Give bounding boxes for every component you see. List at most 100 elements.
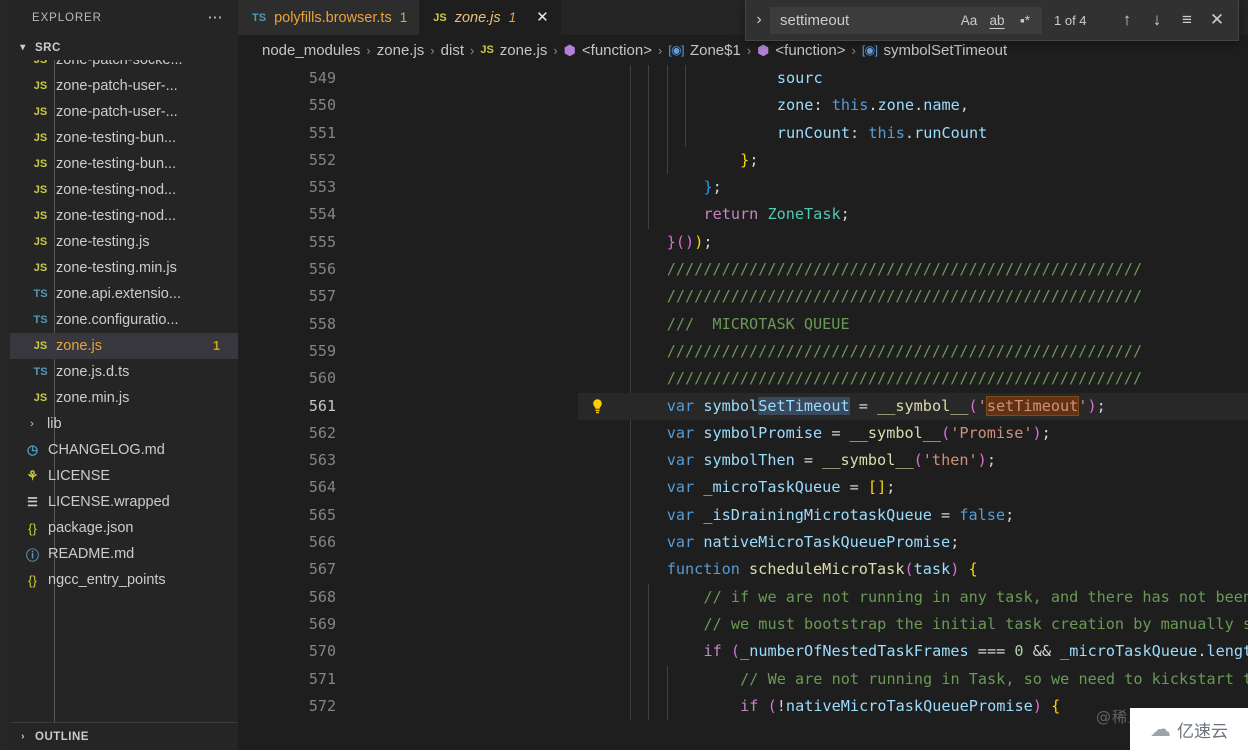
file-tree-item[interactable]: JS zone.js 1 [10,333,238,359]
code-line[interactable]: 556 /////////////////////////////////////… [238,256,1248,283]
code-text: /// MICROTASK QUEUE [666,314,850,333]
code-text: }()); [666,232,713,251]
js-file-icon: JS [33,184,48,196]
activity-bar[interactable] [0,0,10,750]
breadcrumb-item[interactable]: <function> [582,42,652,59]
code-line[interactable]: 562 var symbolPromise = __symbol__('Promi… [238,420,1248,447]
code-line[interactable]: 554 return ZoneTask; [238,201,1248,228]
find-input[interactable]: settimeout [780,12,954,29]
code-line[interactable]: 558 /// MICROTASK QUEUE [238,311,1248,338]
editor-tab[interactable]: JS zone.js 1 ✕ [419,0,561,35]
lightbulb-icon[interactable] [589,398,606,415]
code-text: }; [740,150,759,169]
file-tree-item[interactable]: JS zone-patch-socke... [10,60,238,73]
code-line[interactable]: 566 var nativeMicroTaskQueuePromise; [238,529,1248,556]
file-tree-item[interactable]: ☰ LICENSE.wrapped [10,489,238,515]
sidebar-section-label: SRC [35,41,61,54]
close-tab-icon[interactable]: ✕ [536,10,549,25]
breadcrumb-item[interactable]: dist [441,42,464,59]
find-in-selection-icon[interactable]: ≡ [1172,7,1202,33]
vscode-window: EXPLORER ⋯ ▾ SRC JS zone-patch-socke... JS… [0,0,1248,750]
find-previous-icon[interactable]: ↑ [1112,7,1142,33]
code-line[interactable]: 565 var _isDrainingMicrotaskQueue = false… [238,502,1248,529]
breadcrumb-item[interactable]: zone.js [500,42,548,59]
file-tree-item[interactable]: TS zone.configuratio... [10,307,238,333]
ts-file-icon: TS [33,314,48,326]
whole-word-label: ab [989,12,1005,28]
file-tree-item[interactable]: ⚘ LICENSE [10,463,238,489]
js-file-icon: JS [480,44,494,56]
regex-icon[interactable]: ▪* [1012,9,1038,31]
breadcrumb-item[interactable]: symbolSetTimeout [883,42,1007,59]
js-file-icon: JS [33,236,48,248]
whole-word-icon[interactable]: ab [984,9,1010,31]
breadcrumb-item[interactable]: <function> [775,42,845,59]
code-line[interactable]: 549 sourc [238,65,1248,92]
line-number: 570 [308,642,336,661]
sidebar-section-src[interactable]: ▾ SRC [10,35,238,60]
breadcrumb-separator: › [430,42,435,58]
file-tree-item[interactable]: JS zone-testing.min.js [10,255,238,281]
file-tree-item[interactable]: JS zone-testing-nod... [10,203,238,229]
code-line[interactable]: 559 /////////////////////////////////////… [238,338,1248,365]
license-file-icon: ⚘ [26,468,39,483]
find-input-wrapper[interactable]: settimeout Aa ab ▪* [770,6,1042,34]
code-line[interactable]: 564 var _microTaskQueue = []; [238,474,1248,501]
file-tree-item[interactable]: JS zone-testing-bun... [10,125,238,151]
file-tree-item[interactable]: {} ngcc_entry_points [10,567,238,593]
breadcrumb-item[interactable]: Zone$1 [690,42,741,59]
code-line[interactable]: 550 zone: this.zone.name, [238,92,1248,119]
toggle-replace-icon[interactable]: › [748,11,770,29]
find-next-icon[interactable]: ↓ [1142,7,1172,33]
code-line[interactable]: 568 // if we are not running in any task,… [238,584,1248,611]
breadcrumb-item[interactable]: node_modules [262,42,360,59]
code-line[interactable]: 552}; [238,147,1248,174]
line-number: 562 [308,423,336,442]
watermark-logo-box: ☁ 亿速云 [1130,708,1248,750]
code-text: function scheduleMicroTask(task) { [666,560,978,579]
line-number: 566 [308,533,336,552]
file-tree-item[interactable]: JS zone-testing-nod... [10,177,238,203]
code-line[interactable]: 569 // we must bootstrap the initial task… [238,611,1248,638]
line-number: 565 [308,505,336,524]
file-name: package.json [48,520,134,536]
code-line[interactable]: 563 var symbolThen = __symbol__('then'); [238,447,1248,474]
breadcrumb-item[interactable]: zone.js [377,42,425,59]
more-actions-icon[interactable]: ⋯ [208,10,225,25]
outline-section-header[interactable]: › OUTLINE [10,722,238,750]
file-tree-item[interactable]: JS zone-patch-user-... [10,99,238,125]
file-tree-item[interactable]: JS zone.min.js [10,385,238,411]
line-number: 559 [308,341,336,360]
code-editor[interactable]: 549 sourc 550 zone: this.zone.name, 551 runCo… [238,65,1248,750]
file-name: CHANGELOG.md [48,442,165,458]
code-text: return ZoneTask; [703,205,850,224]
file-tree-folder[interactable]: › lib [10,411,238,437]
code-line[interactable]: 560 /////////////////////////////////////… [238,365,1248,392]
file-tree-item[interactable]: TS zone.js.d.ts [10,359,238,385]
editor-tab[interactable]: TS polyfills.browser.ts 1 [238,0,420,35]
code-line[interactable]: 572 if (!nativeMicroTaskQueuePromise) { [238,693,1248,720]
file-tree-item[interactable]: {} package.json [10,515,238,541]
code-line[interactable]: 567 function scheduleMicroTask(task) { [238,556,1248,583]
code-text: var symbolThen = __symbol__('then'); [666,451,996,470]
code-line[interactable]: 551 runCount: this.runCount [238,120,1248,147]
code-line[interactable]: 571 // We are not running in Task, so we … [238,666,1248,693]
code-line[interactable]: 555}()); [238,229,1248,256]
file-tree-item[interactable]: TS zone.api.extensio... [10,281,238,307]
file-name: zone.api.extensio... [56,286,181,302]
code-line[interactable]: 553}; [238,174,1248,201]
code-text: var symbolPromise = __symbol__('Promise'… [666,423,1051,442]
chevron-right-icon: › [21,731,25,742]
file-name: zone.min.js [56,390,130,406]
code-line[interactable]: 561 var symbolSetTimeout = __symbol__('se… [238,392,1248,420]
match-case-icon[interactable]: Aa [956,9,982,31]
close-find-icon[interactable]: ✕ [1202,7,1232,33]
file-tree-item[interactable]: JS zone-patch-user-... [10,73,238,99]
file-tree-item[interactable]: ⓘ README.md [10,541,238,567]
code-line[interactable]: 557 /////////////////////////////////////… [238,283,1248,310]
file-tree-item[interactable]: JS zone-testing-bun... [10,151,238,177]
file-tree-item[interactable]: JS zone-testing.js [10,229,238,255]
file-tree[interactable]: JS zone-patch-socke... JS zone-patch-user-.… [10,60,238,750]
file-tree-item[interactable]: ◷ CHANGELOG.md [10,437,238,463]
code-line[interactable]: 570 if (_numberOfNestedTaskFrames === 0 &… [238,638,1248,665]
